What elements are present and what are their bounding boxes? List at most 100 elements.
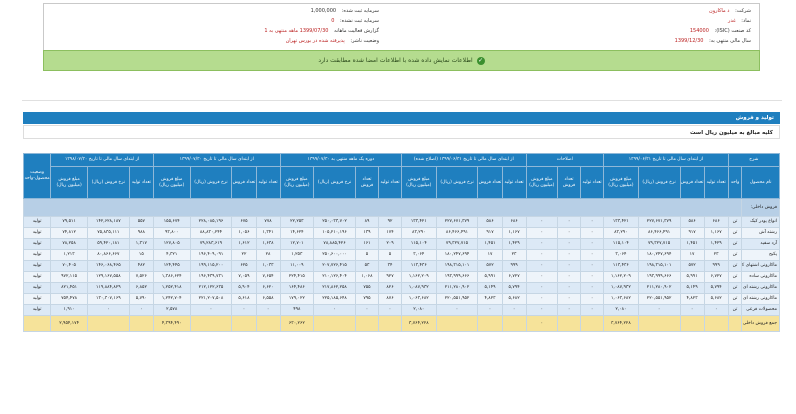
table-cell: ۴,۸۲۳: [477, 293, 503, 305]
total-cell: ۴,۳۹۴,۴۹۰: [152, 315, 191, 332]
table-cell: ماکارونی اشتهای کیک: [741, 260, 780, 272]
divider: [22, 100, 782, 101]
table-cell: ۲۱۱,۲۸۰,۹۰۲: [435, 282, 479, 294]
table-cell: ۲۲: [231, 249, 257, 261]
table-cell: ۵,۶۱۸: [231, 293, 257, 305]
sub-header: تعداد فروش: [557, 166, 582, 199]
table-cell: تولید: [22, 249, 52, 261]
table-row: پکیج تن ۲۳ ۱۷ ۱۸۰,۲۴۷,۶۹۴ ۳,۰۶۴ ۰ ۰ ۰ ۲۳ ۱۷ ۱۸۰,۲۴۷…: [22, 249, 780, 261]
table-cell: ۱۷۴: [377, 227, 403, 239]
table-cell: ۲۱۷,۸۶۲,۲۵۸: [313, 282, 356, 294]
header-ytd-1398-07-30: از ابتدای سال مالی تا تاریخ ۱۳۹۸/۰۷/۳۰: [50, 153, 154, 167]
table-cell: ۸۳,۲۹۰: [603, 227, 639, 239]
table-cell: ۳,۰۶۴: [603, 249, 639, 261]
table-cell: ۱,۶۳۸: [255, 238, 281, 250]
table-cell: ۰: [557, 238, 582, 250]
table-cell: ۱,۳۱۷: [128, 238, 154, 250]
table-cell: ۹۱۷: [477, 227, 503, 239]
table-cell: ۱۳۳,۴۲۱: [401, 216, 437, 228]
table-cell: ۰: [525, 249, 559, 261]
header-corrections: اصلاحات: [525, 153, 605, 167]
table-cell: ۲۱۰,۱۲۶,۴۰۴: [313, 271, 356, 283]
company-label: شرکت:: [735, 8, 751, 14]
table-cell: ۴۸۲: [128, 260, 154, 272]
table-cell: ۲۲۷,۶۷۱,۳۷۹: [637, 216, 681, 228]
table-cell: ۸۳,۲۹۰: [401, 227, 437, 239]
sub-header: مبلغ فروش (میلیون ریال): [603, 166, 639, 199]
table-row: ماکارونی اشتهای کیکتن۹۹۹۵۷۲۱۹۸,۳۱۵,۱۰۱۱۱…: [22, 260, 780, 272]
table-cell: ۴,۸۲۳: [679, 293, 705, 305]
table-cell: ۷۹,۳۲۷,۷۱۵: [435, 238, 479, 250]
sub-header: مبلغ فروش (میلیون ریال): [50, 166, 88, 199]
total-cell: [727, 315, 743, 332]
total-cell: [255, 315, 281, 332]
table-cell: ماکارونی ساده: [741, 271, 780, 283]
table-cell: ۹۹۹: [501, 260, 527, 272]
table-cell: ۷۵۴,۴۷۸: [50, 293, 88, 305]
table-cell: ۱۴۲,۶۲۸,۱۸۷: [86, 216, 130, 228]
table-cell: ۵,۶۸۲: [703, 293, 729, 305]
table-cell: ۱,۴۵۱: [477, 238, 503, 250]
table-cell: ۰: [580, 260, 605, 272]
table-cell: تن: [727, 293, 743, 305]
table-cell: ۰: [354, 304, 380, 316]
table-cell: ۱۰۵,۲۱۰,۱۹۶: [313, 227, 356, 239]
total-cell: [580, 315, 605, 332]
table-cell: ۷۷۸: [255, 216, 281, 228]
table-cell: ۰: [557, 282, 582, 294]
table-cell: ۰: [580, 249, 605, 261]
table-cell: تولید: [22, 227, 52, 239]
table-cell: ۰: [525, 282, 559, 294]
table-cell: ۵۷۲: [477, 260, 503, 272]
table-cell: ۲,۰۸۰: [401, 304, 437, 316]
report-period-row: گزارش فعالیت ماهانه 1399/07/30 ماهه منته…: [264, 27, 379, 35]
table-cell: ۲۸: [255, 249, 281, 261]
table-cell: تن: [727, 216, 743, 228]
issuer-status-row: وضعیت ناشر: پذیرفته شده در بورس تهران: [286, 37, 379, 45]
header-ytd-corrected: از ابتدای سال مالی تا تاریخ ۱۳۹۹/۰۶/۳۱ (…: [401, 153, 527, 167]
table-cell: ۱۹۳,۹۹۹,۶۶۶: [637, 271, 681, 283]
table-cell: پکیج: [741, 249, 780, 261]
table-cell: ۰: [580, 227, 605, 239]
sub-header: تعداد تولید: [501, 166, 527, 199]
table-cell: ۴۹۸: [279, 304, 315, 316]
table-cell: ۱۹۶,۴۳۹,۷۳۱: [189, 271, 233, 283]
table-cell: ۹۸۸: [128, 227, 154, 239]
table-cell: ۱۷۹,۰۲۲: [279, 293, 315, 305]
table-cell: ۰: [580, 271, 605, 283]
table-cell: ۱,۶۱۲: [231, 238, 257, 250]
table-cell: ۷۴,۸۱۲: [50, 227, 88, 239]
table-cell: ۶,۸۵۲: [128, 282, 154, 294]
table-cell: ۱,۲۵۲,۴۱۸: [152, 282, 191, 294]
symbol-value: غدر: [728, 18, 736, 24]
section-title: تولید و فروش: [23, 112, 780, 124]
total-cell: جمع فروش داخلی: [741, 315, 780, 332]
table-cell: ۲۳: [703, 249, 729, 261]
total-cell: [557, 315, 582, 332]
category-row: فروش داخلی:: [22, 198, 780, 217]
total-cell: [435, 315, 479, 332]
sub-header: نرخ فروش (ریال): [637, 166, 681, 199]
sub-header: مبلغ فروش (میلیون ریال): [401, 166, 437, 199]
table-cell: ۰: [580, 238, 605, 250]
table-cell: ۰: [435, 304, 479, 316]
table-cell: ۷۰,۴۰۵: [50, 260, 88, 272]
table-cell: ۱۱۳,۴۳۶: [603, 260, 639, 272]
table-cell: ۶۷۵: [231, 216, 257, 228]
total-cell: [377, 315, 403, 332]
table-cell: ۱۵: [128, 249, 154, 261]
sub-header: تعداد تولید: [255, 166, 281, 199]
table-cell: ۶۸۶: [501, 216, 527, 228]
table-cell: ۶,۶۲۰: [255, 282, 281, 294]
total-cell: [22, 315, 52, 332]
table-cell: ۱۹۹,۱۱۵,۲۰۰: [189, 260, 233, 272]
table-cell: ۲۲۴,۴۱۵: [279, 271, 315, 283]
check-circle-icon: ✓: [476, 56, 485, 65]
unregistered-capital-value: 0: [331, 18, 335, 24]
table-cell: ۸۸,۸۳۰,۲۴۴: [189, 227, 233, 239]
group-header-row: شرح از ابتدای سال مالی تا تاریخ ۱۳۹۹/۰۶/…: [22, 153, 781, 199]
table-cell: ۱۱۹,۸۸۴,۸۲۹: [86, 282, 130, 294]
table-cell: ۲۲۰,۵۵۱,۹۵۲: [637, 293, 681, 305]
total-cell: [637, 315, 681, 332]
table-row: ماکارونی ساده تن ۶,۷۲۷ ۵,۹۹۱ ۱۹۳,۹۹۹,۶۶۶ ۱,۱۶…: [22, 271, 780, 283]
